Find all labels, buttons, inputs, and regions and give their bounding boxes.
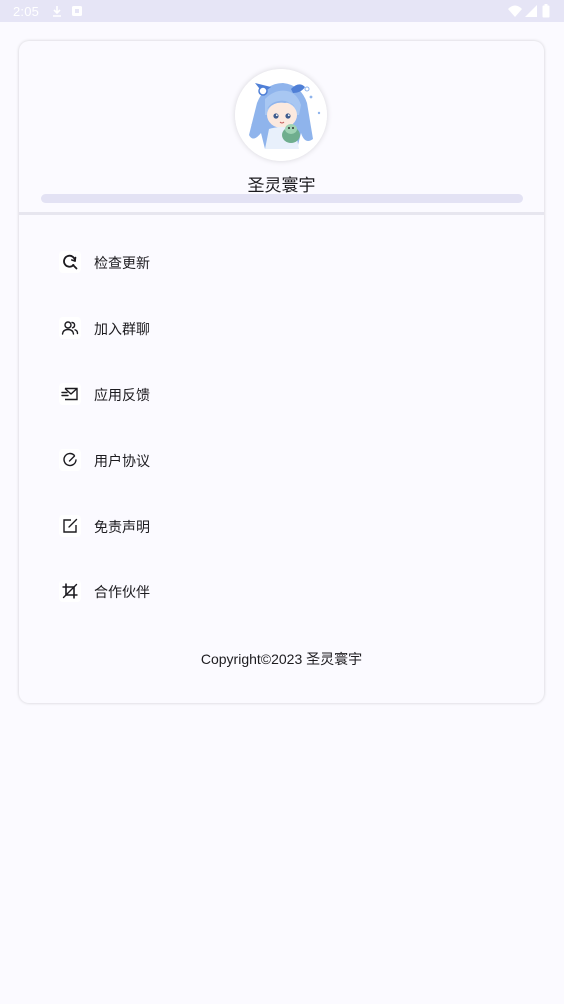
edit-icon — [59, 515, 81, 537]
menu-item-user-agreement[interactable]: 用户协议 — [55, 440, 515, 480]
wifi-icon — [508, 5, 522, 17]
signal-icon — [525, 5, 537, 17]
users-icon — [59, 317, 81, 339]
menu-item-label: 加入群聊 — [94, 321, 150, 337]
menu-item-label: 合作伙伴 — [94, 584, 150, 600]
status-bar: 2:05 — [0, 0, 564, 22]
menu-item-app-feedback[interactable]: 应用反馈 — [55, 374, 515, 414]
notification-icon — [72, 6, 82, 16]
menu-item-join-group[interactable]: 加入群聊 — [55, 308, 515, 348]
crop-icon — [59, 580, 81, 602]
battery-icon — [542, 4, 550, 18]
profile-card: 圣灵寰宇 检查更新 加入群聊 应用反馈 用户协议 免责声明 合作伙伴 Copyr… — [19, 41, 544, 703]
anime-girl-avatar-image — [235, 69, 327, 161]
avatar[interactable] — [235, 69, 327, 161]
download-icon — [53, 6, 61, 17]
menu-item-label: 免责声明 — [94, 519, 150, 535]
menu-item-disclaimer[interactable]: 免责声明 — [55, 506, 515, 546]
status-time: 2:05 — [13, 4, 40, 19]
check-circle-icon — [59, 449, 81, 471]
menu-item-label: 应用反馈 — [94, 387, 150, 403]
menu-item-check-update[interactable]: 检查更新 — [55, 242, 515, 282]
copyright-text: Copyright©2023 圣灵寰宇 — [200, 651, 363, 667]
username: 圣灵寰宇 — [247, 176, 316, 195]
menu-item-partners[interactable]: 合作伙伴 — [55, 571, 515, 611]
menu-item-label: 检查更新 — [94, 255, 150, 271]
mail-icon — [59, 383, 81, 405]
refresh-search-icon — [59, 251, 81, 273]
menu-item-label: 用户协议 — [94, 453, 150, 469]
divider — [19, 212, 544, 215]
profile-progress-bar — [41, 194, 523, 203]
